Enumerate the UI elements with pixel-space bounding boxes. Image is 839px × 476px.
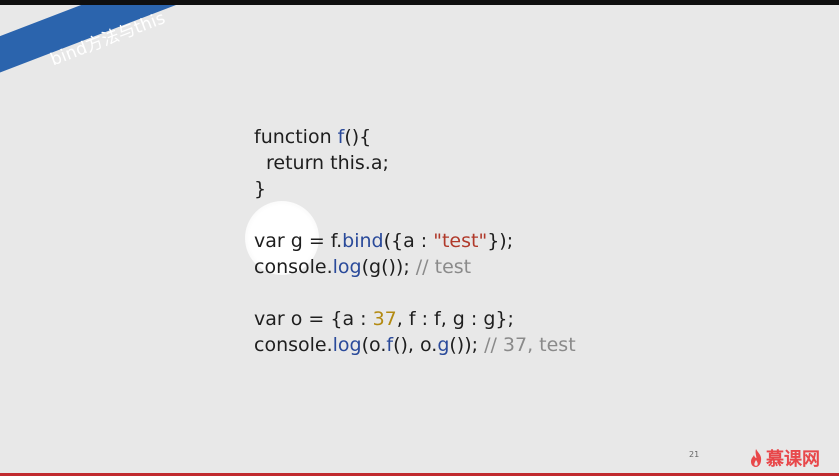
code-comment: // 37, test (484, 334, 576, 356)
code-text: return this.a; (266, 152, 389, 174)
slide: bind方法与this function f(){ return this.a;… (0, 5, 839, 475)
page-number: 21 (689, 450, 700, 459)
code-function-name: g (437, 334, 450, 356)
code-text: ()); (449, 334, 485, 356)
flame-icon (751, 449, 762, 467)
code-line: console.log(g()); // test (254, 254, 576, 280)
code-text: (), o. (393, 334, 438, 356)
code-block: function f(){ return this.a; } var g = f… (254, 124, 576, 358)
code-line: var g = f.bind({a : "test"}); (254, 228, 576, 254)
code-line: console.log(o.f(), o.g()); // 37, test (254, 332, 576, 358)
code-text: console. (254, 256, 333, 278)
code-comment: // test (415, 256, 472, 278)
code-function-name: log (332, 334, 362, 356)
code-text: ({a : (383, 230, 434, 252)
code-text: var o = {a : (254, 308, 373, 330)
code-line: return this.a; (254, 150, 576, 176)
code-text: console. (254, 334, 333, 356)
code-text: var g = f. (254, 230, 343, 252)
logo-text: 慕课网 (766, 449, 820, 470)
code-text: (){ (344, 126, 372, 148)
code-keyword: function (254, 126, 338, 148)
logo: 慕课网 (749, 446, 820, 470)
code-text: }); (487, 230, 514, 252)
code-function-name: log (332, 256, 362, 278)
code-text: , f : f, g : g}; (396, 308, 514, 330)
code-text: (o. (361, 334, 387, 356)
code-text: } (254, 178, 267, 200)
code-text: (g()); (361, 256, 416, 278)
code-line: var o = {a : 37, f : f, g : g}; (254, 306, 576, 332)
code-line: } (254, 176, 576, 202)
code-function-name: bind (342, 230, 384, 252)
code-number: 37 (372, 308, 397, 330)
code-line: function f(){ (254, 124, 576, 150)
code-string: "test" (433, 230, 488, 252)
